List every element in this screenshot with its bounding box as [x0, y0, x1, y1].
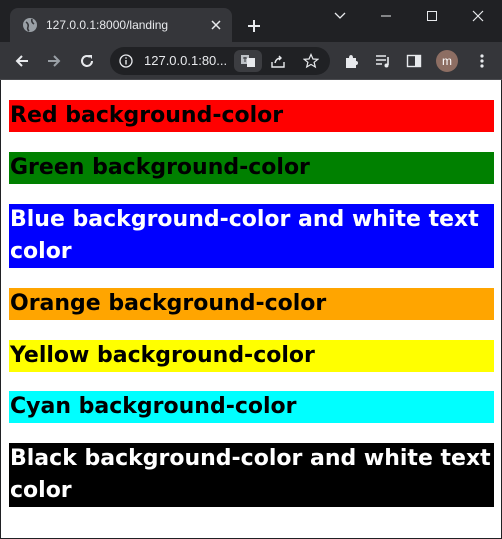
translate-icon[interactable]: [234, 50, 262, 72]
bookmark-star-icon[interactable]: [303, 53, 319, 69]
tab-title: 127.0.0.1:8000/landing: [46, 18, 169, 32]
red-block: Red background-color: [9, 100, 494, 132]
share-icon[interactable]: [270, 53, 286, 69]
close-window-icon[interactable]: [458, 4, 498, 28]
back-arrow-icon[interactable]: [12, 51, 32, 71]
black-block: Black background-color and white text co…: [9, 443, 494, 507]
address-bar[interactable]: 127.0.0.1:80...: [110, 47, 330, 75]
title-bar: 127.0.0.1:8000/landing: [0, 0, 502, 42]
tab-search-chevron-icon[interactable]: [320, 4, 360, 28]
globe-icon: [22, 17, 38, 33]
cyan-block: Cyan background-color: [9, 391, 494, 423]
more-menu-icon[interactable]: [472, 51, 492, 71]
profile-avatar[interactable]: m: [436, 50, 458, 72]
close-tab-icon[interactable]: [208, 17, 224, 33]
side-panel-icon[interactable]: [404, 51, 424, 71]
green-block: Green background-color: [9, 152, 494, 184]
blue-block: Blue background-color and white text col…: [9, 204, 494, 268]
orange-block: Orange background-color: [9, 288, 494, 320]
browser-tab[interactable]: 127.0.0.1:8000/landing: [10, 8, 232, 42]
maximize-icon[interactable]: [412, 4, 452, 28]
extensions-puzzle-icon[interactable]: [341, 51, 361, 71]
page-viewport: Red background-color Green background-co…: [0, 80, 502, 539]
address-text[interactable]: 127.0.0.1:80...: [144, 53, 227, 68]
site-info-icon[interactable]: [118, 53, 134, 69]
new-tab-icon[interactable]: [244, 16, 264, 36]
reload-icon[interactable]: [77, 51, 97, 71]
minimize-icon[interactable]: [366, 4, 406, 28]
media-queue-icon[interactable]: [373, 51, 393, 71]
browser-toolbar: 127.0.0.1:80... m: [0, 42, 502, 80]
yellow-block: Yellow background-color: [9, 340, 494, 372]
forward-arrow-icon[interactable]: [44, 51, 64, 71]
